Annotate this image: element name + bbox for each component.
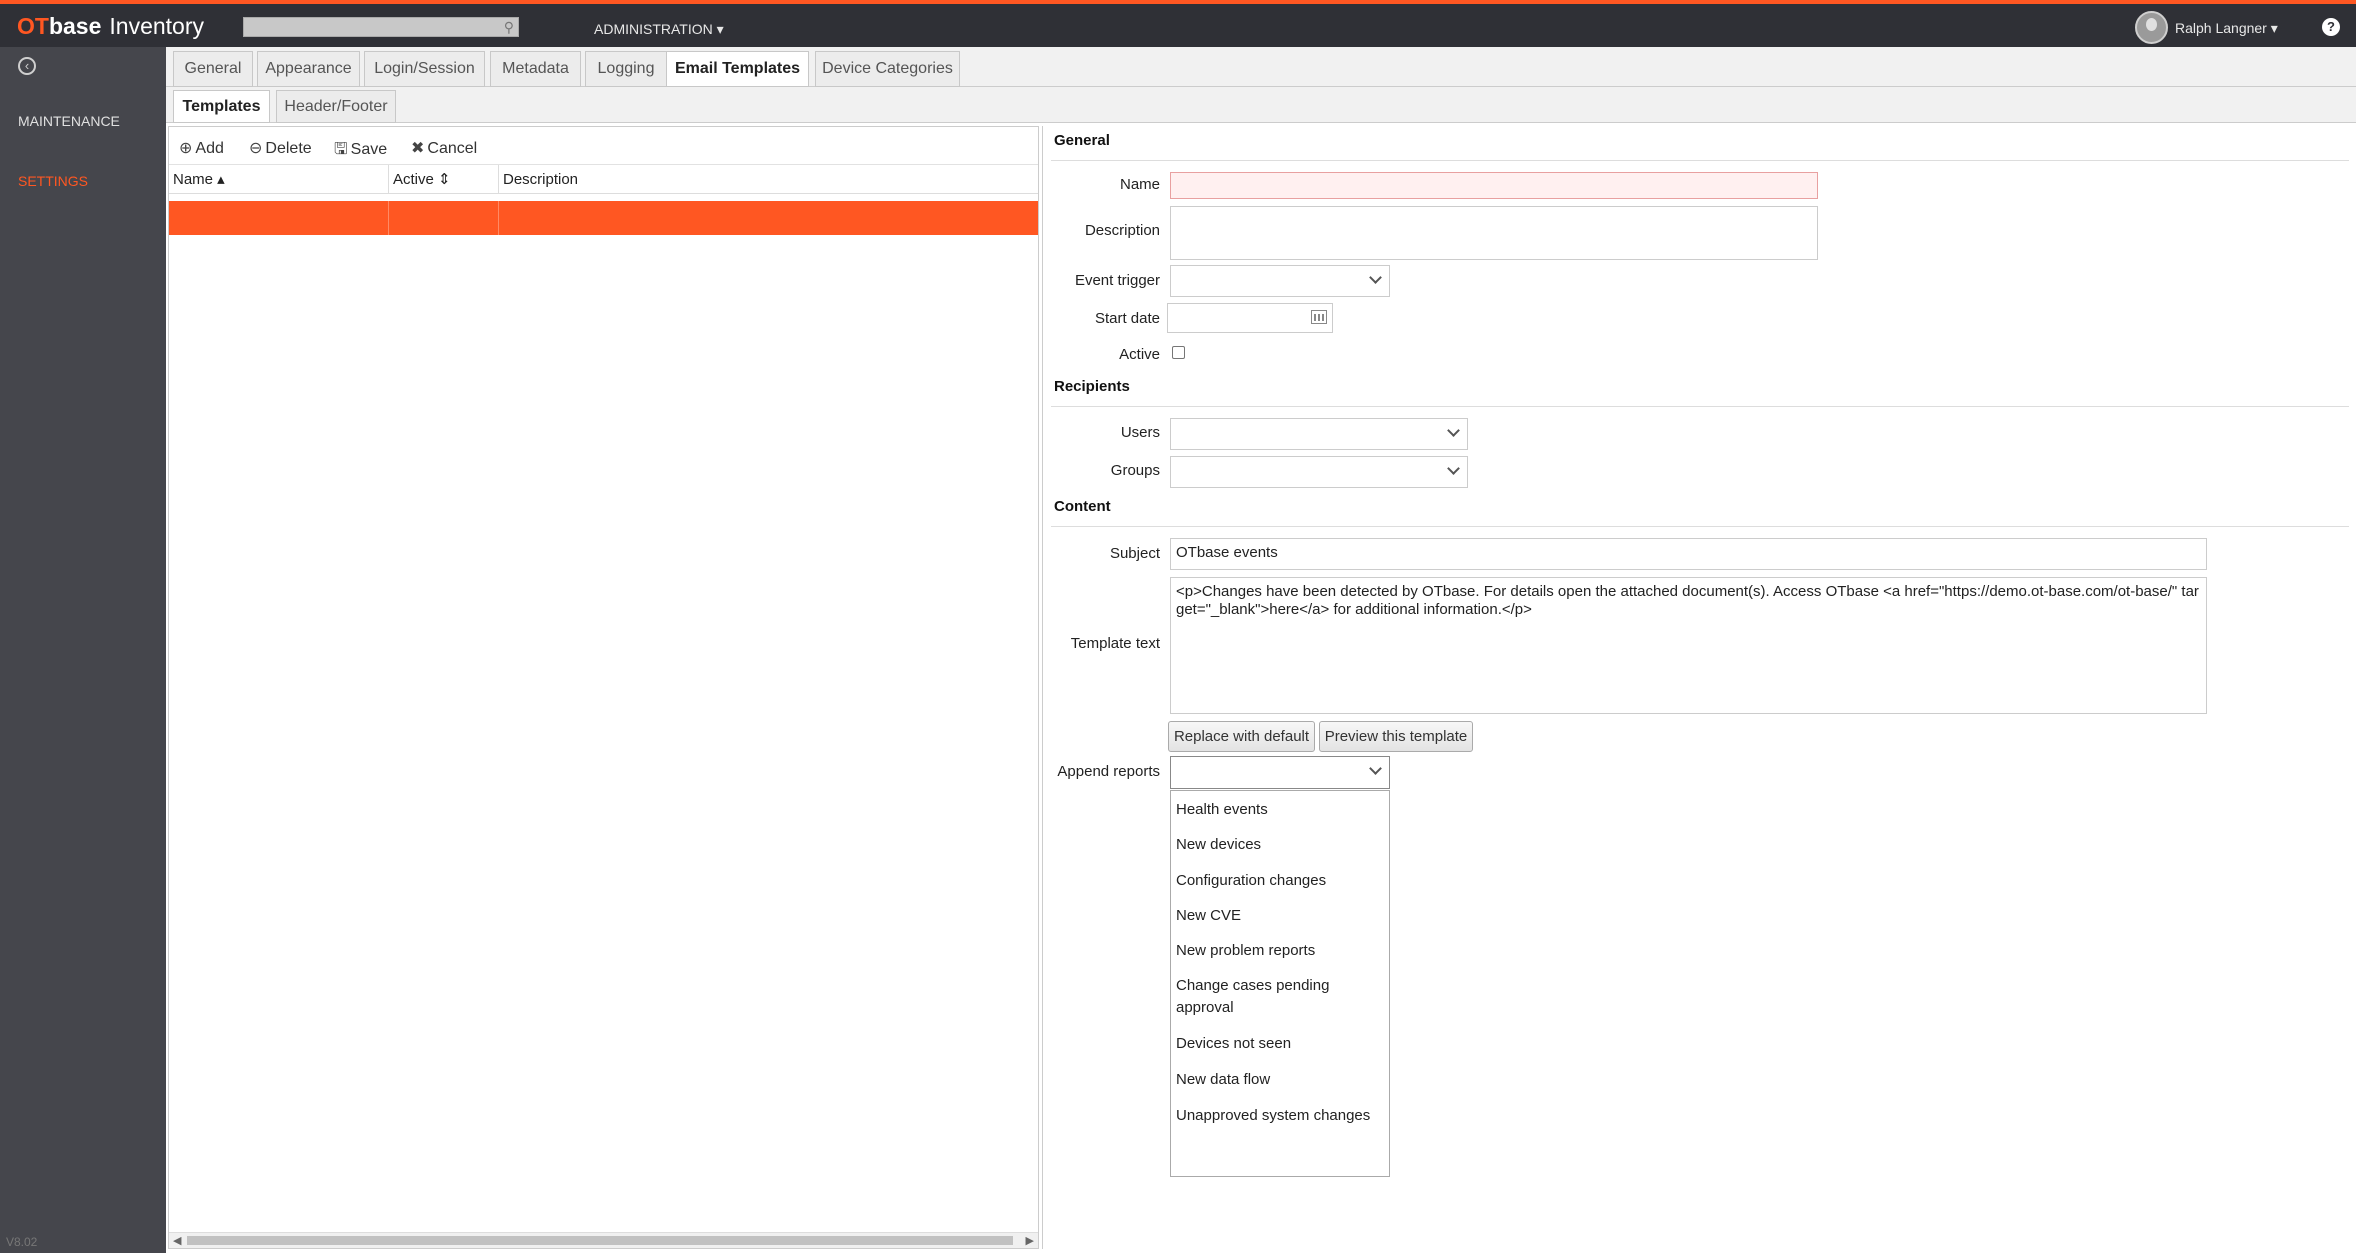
append-reports-label: Append reports	[1057, 763, 1160, 780]
tab-logging[interactable]: Logging	[585, 51, 667, 87]
column-description[interactable]: Description	[499, 165, 1040, 194]
settings-tabs: General Appearance Login/Session Metadat…	[166, 47, 2356, 87]
subject-field[interactable]: OTbase events	[1170, 538, 2207, 570]
tab-email-templates[interactable]: Email Templates	[666, 51, 809, 87]
groups-label: Groups	[1110, 462, 1160, 479]
tab-appearance[interactable]: Appearance	[257, 51, 360, 87]
event-trigger-select[interactable]	[1170, 265, 1390, 297]
column-name[interactable]: Name ▴	[169, 165, 389, 194]
sidebar-item-settings[interactable]: SETTINGS	[18, 173, 88, 189]
grid-toolbar: ⊕ Add ⊖ Delete 🖫 Save ✖ Cancel	[169, 127, 1038, 165]
logo-product: Inventory	[109, 13, 204, 39]
section-content-title: Content	[1054, 498, 1111, 515]
active-label: Active	[1119, 346, 1160, 363]
active-checkbox[interactable]	[1172, 346, 1185, 359]
save-label: Save	[350, 141, 388, 158]
table-row[interactable]	[169, 201, 1038, 235]
groups-select[interactable]	[1170, 456, 1468, 488]
add-label: Add	[195, 140, 224, 157]
subject-label: Subject	[1109, 545, 1160, 562]
global-search-input[interactable]: ⚲	[243, 17, 519, 37]
templates-list-panel: ⊕ Add ⊖ Delete 🖫 Save ✖ Cancel Name ▴ Active…	[168, 126, 1039, 1249]
chevron-down-icon	[1369, 271, 1382, 284]
tab-header-footer[interactable]: Header/Footer	[276, 90, 396, 123]
scroll-right-icon[interactable]: ▶	[1026, 1234, 1034, 1247]
append-reports-dropdown: Health events New devices Configuration …	[1170, 790, 1390, 1177]
save-button[interactable]: 🖫 Save	[334, 138, 387, 165]
tab-templates[interactable]: Templates	[173, 90, 270, 123]
administration-menu[interactable]: ADMINISTRATION ▾	[594, 21, 724, 38]
name-label: Name	[1119, 176, 1160, 193]
list-item[interactable]: New devices	[1176, 834, 1381, 856]
section-recipients-title: Recipients	[1054, 378, 1130, 395]
calendar-icon[interactable]	[1311, 310, 1327, 324]
users-select[interactable]	[1170, 418, 1468, 450]
logo-base: base	[48, 13, 102, 39]
event-trigger-label: Event trigger	[1074, 272, 1160, 289]
user-menu[interactable]: Ralph Langner ▾	[2175, 20, 2278, 37]
version-label: V8.02	[6, 1235, 38, 1249]
divider	[1051, 160, 2349, 161]
sidebar-item-maintenance[interactable]: MAINTENANCE	[18, 113, 120, 129]
start-date-label: Start date	[1094, 310, 1160, 327]
tab-device-categories[interactable]: Device Categories	[815, 51, 960, 87]
users-label: Users	[1120, 424, 1160, 441]
cancel-button[interactable]: ✖ Cancel	[411, 138, 477, 158]
template-text-area[interactable]: <p>Changes have been detected by OTbase.…	[1170, 577, 2207, 714]
scroll-left-icon[interactable]: ◀	[173, 1234, 181, 1247]
name-field[interactable]	[1170, 172, 1818, 199]
delete-button[interactable]: ⊖ Delete	[249, 138, 312, 158]
delete-label: Delete	[265, 140, 312, 157]
add-button[interactable]: ⊕ Add	[179, 138, 224, 158]
tab-login-session[interactable]: Login/Session	[364, 51, 485, 87]
top-bar: OTbase Inventory ⚲ ADMINISTRATION ▾ Ralph…	[0, 0, 2356, 47]
append-reports-select[interactable]	[1170, 756, 1390, 789]
back-arrow-icon[interactable]: ‹	[18, 57, 36, 75]
app-logo[interactable]: OTbase Inventory	[17, 13, 204, 40]
grid-header: Name ▴ Active ⇕ Description	[169, 165, 1038, 194]
sidebar: ‹ MAINTENANCE SETTINGS V8.02	[0, 47, 166, 1253]
preview-template-button[interactable]: Preview this template	[1319, 721, 1473, 752]
email-template-subtabs: Templates Header/Footer	[166, 87, 2356, 123]
list-item[interactable]: Devices not seen	[1176, 1033, 1381, 1055]
list-item[interactable]: New CVE	[1176, 905, 1381, 927]
help-icon[interactable]: ?	[2322, 18, 2340, 36]
cell-name	[169, 201, 389, 235]
horizontal-scrollbar[interactable]: ◀ ▶	[169, 1232, 1038, 1248]
list-item[interactable]: New data flow	[1176, 1069, 1381, 1091]
add-icon: ⊕	[179, 140, 193, 157]
template-text-label: Template text	[1070, 635, 1160, 652]
tab-general[interactable]: General	[173, 51, 253, 87]
start-date-field[interactable]	[1167, 303, 1333, 333]
chevron-down-icon	[1447, 462, 1460, 475]
scrollbar-thumb[interactable]	[187, 1236, 1013, 1245]
logo-ot: OT	[17, 13, 49, 39]
list-item[interactable]: Change cases pending approval	[1176, 975, 1381, 1019]
cancel-label: Cancel	[427, 140, 478, 157]
cancel-icon: ✖	[411, 140, 425, 157]
section-general-title: General	[1054, 132, 1110, 149]
list-item[interactable]: Configuration changes	[1176, 870, 1381, 892]
list-item[interactable]: Health events	[1176, 799, 1381, 821]
list-item[interactable]: New problem reports	[1176, 940, 1381, 962]
column-active[interactable]: Active ⇕	[389, 165, 499, 194]
save-icon: 🖫	[334, 141, 348, 158]
description-label: Description	[1084, 222, 1160, 239]
avatar[interactable]	[2135, 11, 2168, 44]
delete-icon: ⊖	[249, 140, 263, 157]
chevron-down-icon	[1447, 424, 1460, 437]
search-icon[interactable]: ⚲	[504, 19, 514, 36]
list-item[interactable]: Unapproved system changes	[1176, 1105, 1381, 1127]
divider	[1051, 406, 2349, 407]
chevron-down-icon	[1369, 762, 1382, 775]
divider	[1051, 526, 2349, 527]
tab-metadata[interactable]: Metadata	[490, 51, 581, 87]
description-field[interactable]	[1170, 206, 1818, 260]
replace-with-default-button[interactable]: Replace with default	[1168, 721, 1315, 752]
cell-active	[389, 201, 499, 235]
